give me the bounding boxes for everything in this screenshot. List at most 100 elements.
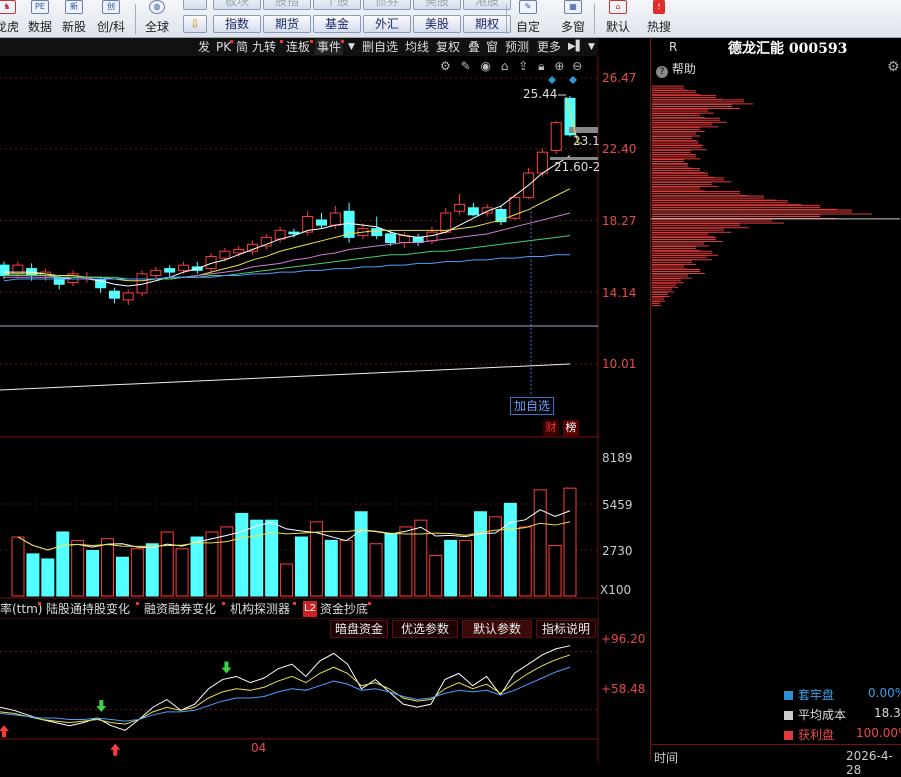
long-ma-line xyxy=(0,363,571,391)
mid-price-label: 23.1 xyxy=(573,134,600,148)
toolbar-globe[interactable]: ◍ 全球 xyxy=(140,0,174,38)
toolbar-default[interactable]: ⌂ 默认 xyxy=(601,0,635,38)
dragon-icon: ♞ xyxy=(0,0,16,14)
dark-capital-button[interactable]: 暗盘资金 xyxy=(330,620,388,638)
tab-window[interactable]: 窗 xyxy=(484,39,500,55)
rank-badge[interactable]: 榜 xyxy=(563,420,579,436)
volume-bar xyxy=(563,487,577,597)
add-watch-button[interactable]: 加自选 xyxy=(510,397,554,415)
volume-bar xyxy=(86,549,100,597)
grid-btn-index[interactable]: 指数 xyxy=(213,15,261,33)
diamond-marker xyxy=(569,76,577,84)
toolbar-data[interactable]: PE 数据 xyxy=(24,0,56,38)
volume-bar xyxy=(250,519,264,597)
chart-icon-row: ⚙ ✎ ◉ ⌂ ⇪ 🔒︎ ⊕ ⊖ xyxy=(440,59,582,74)
price-tick: 10.01 xyxy=(602,357,637,371)
tab-fa[interactable]: 发 xyxy=(196,39,212,55)
down-arrow-icon[interactable]: ⇩ xyxy=(183,15,207,33)
indicator-help-button[interactable]: 指标说明 xyxy=(536,620,596,638)
tab-event[interactable]: 事件 xyxy=(315,39,344,55)
red-dot xyxy=(293,602,296,605)
toolbar-new-stock[interactable]: 新 新股 xyxy=(58,0,90,38)
toolbar-grid-left-top[interactable] xyxy=(183,0,207,10)
tab-ma[interactable]: 均线 xyxy=(403,39,431,55)
pen-icon[interactable]: ✎ xyxy=(461,59,471,73)
candle-body xyxy=(177,264,189,271)
grid-top-5[interactable]: 港股 xyxy=(463,0,511,10)
tab-remove-watch[interactable]: 删自选 xyxy=(360,39,400,55)
tab-capital-bottom[interactable]: 资金抄底 xyxy=(320,601,368,617)
volume-bar xyxy=(160,531,174,597)
preferred-params-button[interactable]: 优选参数 xyxy=(392,620,458,638)
expand-arrow-icon[interactable]: ▶▌ xyxy=(566,39,585,55)
grid-btn-options[interactable]: 期权 xyxy=(463,15,511,33)
default-params-button[interactable]: 默认参数 xyxy=(462,620,532,638)
grid-top-3[interactable]: 债券 xyxy=(363,0,411,10)
tab-margin[interactable]: 融资融券变化 xyxy=(144,601,216,617)
gear-icon[interactable]: ⚙ xyxy=(887,59,900,75)
volume-bar xyxy=(548,544,562,597)
volume-bar xyxy=(280,563,294,597)
toolbar-multi-window[interactable]: ▦ 多窗 xyxy=(556,0,590,38)
toolbar-custom[interactable]: ✎ 自定 xyxy=(510,0,546,38)
volume-bar xyxy=(384,533,398,597)
ma-line xyxy=(4,188,571,282)
candle-body xyxy=(288,231,300,235)
settings-icon[interactable]: ⚙ xyxy=(440,59,451,73)
toolbar-hot-search[interactable]: ! 热搜 xyxy=(642,0,676,38)
volume-bar xyxy=(101,538,115,597)
zoom-out-icon[interactable]: ⊖ xyxy=(572,59,582,73)
finance-badge[interactable]: 财 xyxy=(543,420,559,436)
grid-btn-us-stock[interactable]: 美股 xyxy=(413,15,461,33)
tab-northbound[interactable]: 陆股通持股变化 xyxy=(46,601,130,617)
tab-limit-up[interactable]: 连板 xyxy=(284,39,312,55)
volume-bar xyxy=(459,539,473,597)
market-flag: R xyxy=(669,40,678,54)
grid-btn-futures[interactable]: 期货 xyxy=(263,15,311,33)
legend-swatch xyxy=(784,691,793,700)
tab-forecast[interactable]: 预测 xyxy=(503,39,531,55)
diamond-marker xyxy=(548,76,556,84)
grid-top-4[interactable]: 美股 xyxy=(413,0,461,10)
home-icon: ⌂ xyxy=(609,0,627,14)
volume-bar xyxy=(444,539,458,597)
toolbar-board[interactable]: 创 创/科 xyxy=(92,0,130,38)
volume-bar xyxy=(518,526,532,597)
help-row[interactable]: ? 帮助 xyxy=(656,60,696,78)
legend-trapped: 套牢盘 0.00% xyxy=(784,686,901,702)
candle-body xyxy=(122,292,134,301)
tab-event-dropdown[interactable]: ▼ xyxy=(346,39,357,55)
price-marker xyxy=(569,127,598,133)
tab-more[interactable]: 更多 xyxy=(535,39,563,55)
volume-unit: X100 xyxy=(600,583,632,597)
tab-institution[interactable]: 机构探测器 xyxy=(230,601,290,617)
candle-body xyxy=(150,269,162,277)
lock-open-icon[interactable]: ⌂ xyxy=(501,59,509,73)
low-price-label: 21.60-2 xyxy=(554,160,601,174)
candle-body xyxy=(329,212,341,226)
grid-top-0[interactable]: 板块 xyxy=(213,0,261,10)
tabbar-dropdown[interactable]: ▼ xyxy=(586,39,597,55)
eye-icon[interactable]: ◉ xyxy=(480,59,490,73)
tab-nine-turn[interactable]: 九转 xyxy=(250,39,278,55)
grid-btn-forex[interactable]: 外汇 xyxy=(363,15,411,33)
grid-btn-fund[interactable]: 基金 xyxy=(313,15,361,33)
tab-adjust[interactable]: 复权 xyxy=(434,39,462,55)
volume-bar xyxy=(354,511,368,597)
tab-simple[interactable]: 简 xyxy=(234,39,250,55)
volume-bar xyxy=(339,539,353,597)
toolbar-dragon[interactable]: ♞ 龙虎 xyxy=(0,0,20,38)
zoom-in-icon[interactable]: ⊕ xyxy=(554,59,564,73)
red-dot xyxy=(280,40,283,43)
volume-bar xyxy=(41,558,55,597)
volume-tick: 5459 xyxy=(602,498,633,512)
share-icon[interactable]: ⇪ xyxy=(518,59,528,73)
volume-bar xyxy=(473,511,487,597)
volume-bar xyxy=(414,519,428,597)
lock-icon[interactable]: 🔒︎ xyxy=(538,59,544,73)
grid-top-1[interactable]: 股指 xyxy=(263,0,311,10)
grid-top-2[interactable]: 个股 xyxy=(313,0,361,10)
tab-pe-ttm[interactable]: 率(ttm) xyxy=(0,601,42,617)
tab-overlay[interactable]: 叠 xyxy=(466,39,482,55)
toolbar-separator xyxy=(594,4,595,34)
